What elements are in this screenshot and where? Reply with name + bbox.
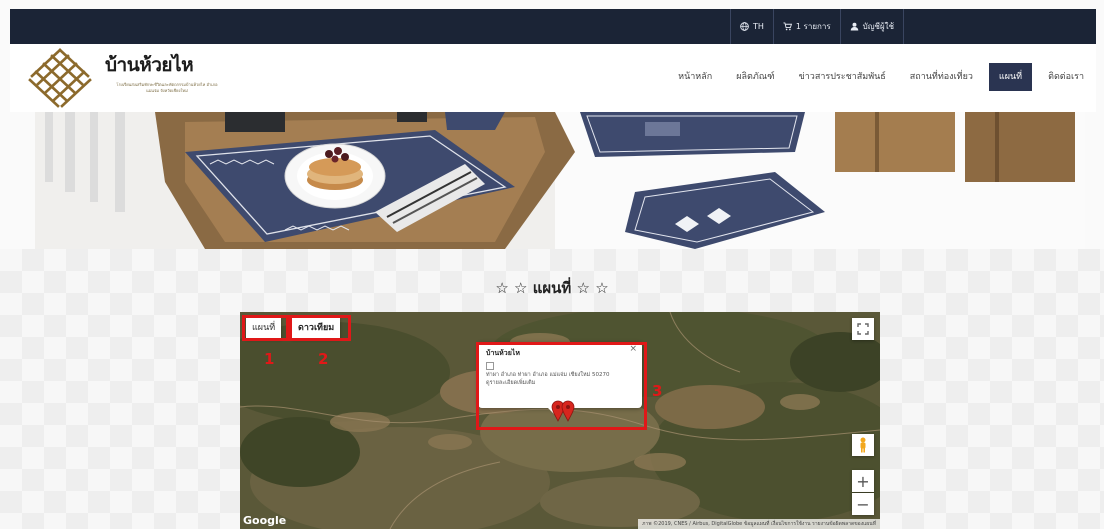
- hero-banner: [35, 112, 1085, 249]
- page: TH 1 รายการ บัญชีผู้ใช้ บ้านห้วยไห โรงเร…: [0, 0, 1104, 529]
- user-icon: [850, 22, 858, 31]
- nav-attractions[interactable]: สถานที่ท่องเที่ยว: [898, 63, 985, 91]
- annotation-3: 3: [652, 382, 663, 400]
- info-window-close-button[interactable]: ×: [629, 344, 637, 354]
- info-window-more-link[interactable]: ดูรายละเอียดเพิ่มเติม: [486, 379, 634, 387]
- brand-title[interactable]: บ้านห้วยไห: [105, 50, 194, 80]
- nav-news[interactable]: ข่าวสารประชาสัมพันธ์: [787, 63, 898, 91]
- zoom-in-button[interactable]: +: [852, 470, 874, 492]
- map-type-map-button[interactable]: แผนที่: [246, 317, 282, 339]
- cart-label: 1 รายการ: [795, 22, 831, 31]
- language-switch[interactable]: TH: [730, 9, 773, 44]
- street-view-pegman[interactable]: [852, 434, 874, 456]
- nav-map[interactable]: แผนที่: [988, 63, 1033, 91]
- nav-contact[interactable]: ติดต่อเรา: [1036, 63, 1096, 91]
- annotation-2: 2: [318, 350, 329, 368]
- banner-image: [35, 112, 1085, 249]
- topbar-items: TH 1 รายการ บัญชีผู้ใช้: [730, 9, 905, 44]
- google-map[interactable]: แผนที่ ดาวเทียม 1 2 × บ้านห้วยไห ท่าผา อ…: [240, 312, 880, 529]
- map-type-satellite-button[interactable]: ดาวเทียม: [292, 317, 341, 339]
- map-attribution[interactable]: ภาพ ©2019, CNES / Airbus, DigitalGlobe ข…: [638, 519, 880, 529]
- pegman-icon: [860, 437, 866, 453]
- brand-logo[interactable]: [24, 46, 96, 108]
- map-section-title: ☆ ☆ แผนที่ ☆ ☆: [495, 279, 609, 297]
- globe-icon: [740, 22, 749, 31]
- map-info-window[interactable]: × บ้านห้วยไห ท่าผา อำเภอ ท่าผา อำเภอ แม่…: [478, 342, 642, 416]
- account-link[interactable]: บัญชีผู้ใช้: [839, 9, 905, 44]
- fullscreen-icon: [857, 323, 869, 335]
- info-window-address: ท่าผา อำเภอ ท่าผา อำเภอ แม่แจ่ม เชียงใหม…: [486, 372, 610, 378]
- account-label: บัญชีผู้ใช้: [862, 22, 895, 31]
- marker-icon[interactable]: [561, 400, 575, 422]
- main-nav: หน้าหลัก ผลิตภัณฑ์ ข่าวสารประชาสัมพันธ์ …: [666, 61, 1096, 93]
- nav-home[interactable]: หน้าหลัก: [666, 63, 724, 91]
- site-header: บ้านห้วยไห โรงเรียนส่งเสริมทักษะชีวิตและ…: [10, 44, 1096, 112]
- language-label: TH: [753, 22, 764, 31]
- info-window-title: บ้านห้วยไห: [486, 349, 520, 357]
- google-logo[interactable]: Google: [243, 514, 286, 527]
- brand-subtitle: โรงเรียนส่งเสริมทักษะชีวิตและหัตถกรรมบ้า…: [116, 82, 218, 93]
- nav-products[interactable]: ผลิตภัณฑ์: [724, 63, 786, 91]
- annotation-1: 1: [264, 350, 275, 368]
- cart-link[interactable]: 1 รายการ: [772, 9, 840, 44]
- broken-image-icon: [486, 362, 494, 370]
- top-bar: TH 1 รายการ บัญชีผู้ใช้: [10, 9, 1096, 44]
- zoom-out-button[interactable]: −: [852, 493, 874, 515]
- fullscreen-button[interactable]: [852, 318, 874, 340]
- cart-icon: [783, 22, 792, 31]
